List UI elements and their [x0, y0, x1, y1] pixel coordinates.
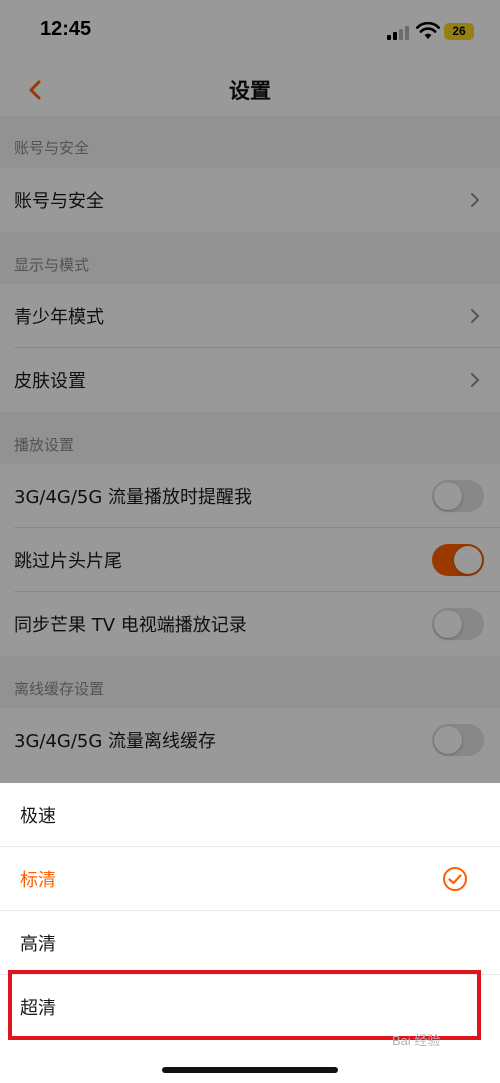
home-indicator — [162, 1067, 338, 1073]
quality-option-sd[interactable]: 标清 — [0, 847, 500, 911]
quality-option-hd[interactable]: 高清 — [0, 911, 500, 975]
watermark: Bai 经验 — [392, 1033, 441, 1048]
check-circle-icon — [443, 867, 467, 891]
modal-overlay[interactable] — [0, 0, 500, 783]
quality-option-fast[interactable]: 极速 — [0, 783, 500, 847]
settings-screen: 12:45 26 设置 账号与安全 账号与安全 显示与模式 青少年模式 皮肤设置… — [0, 0, 500, 1083]
